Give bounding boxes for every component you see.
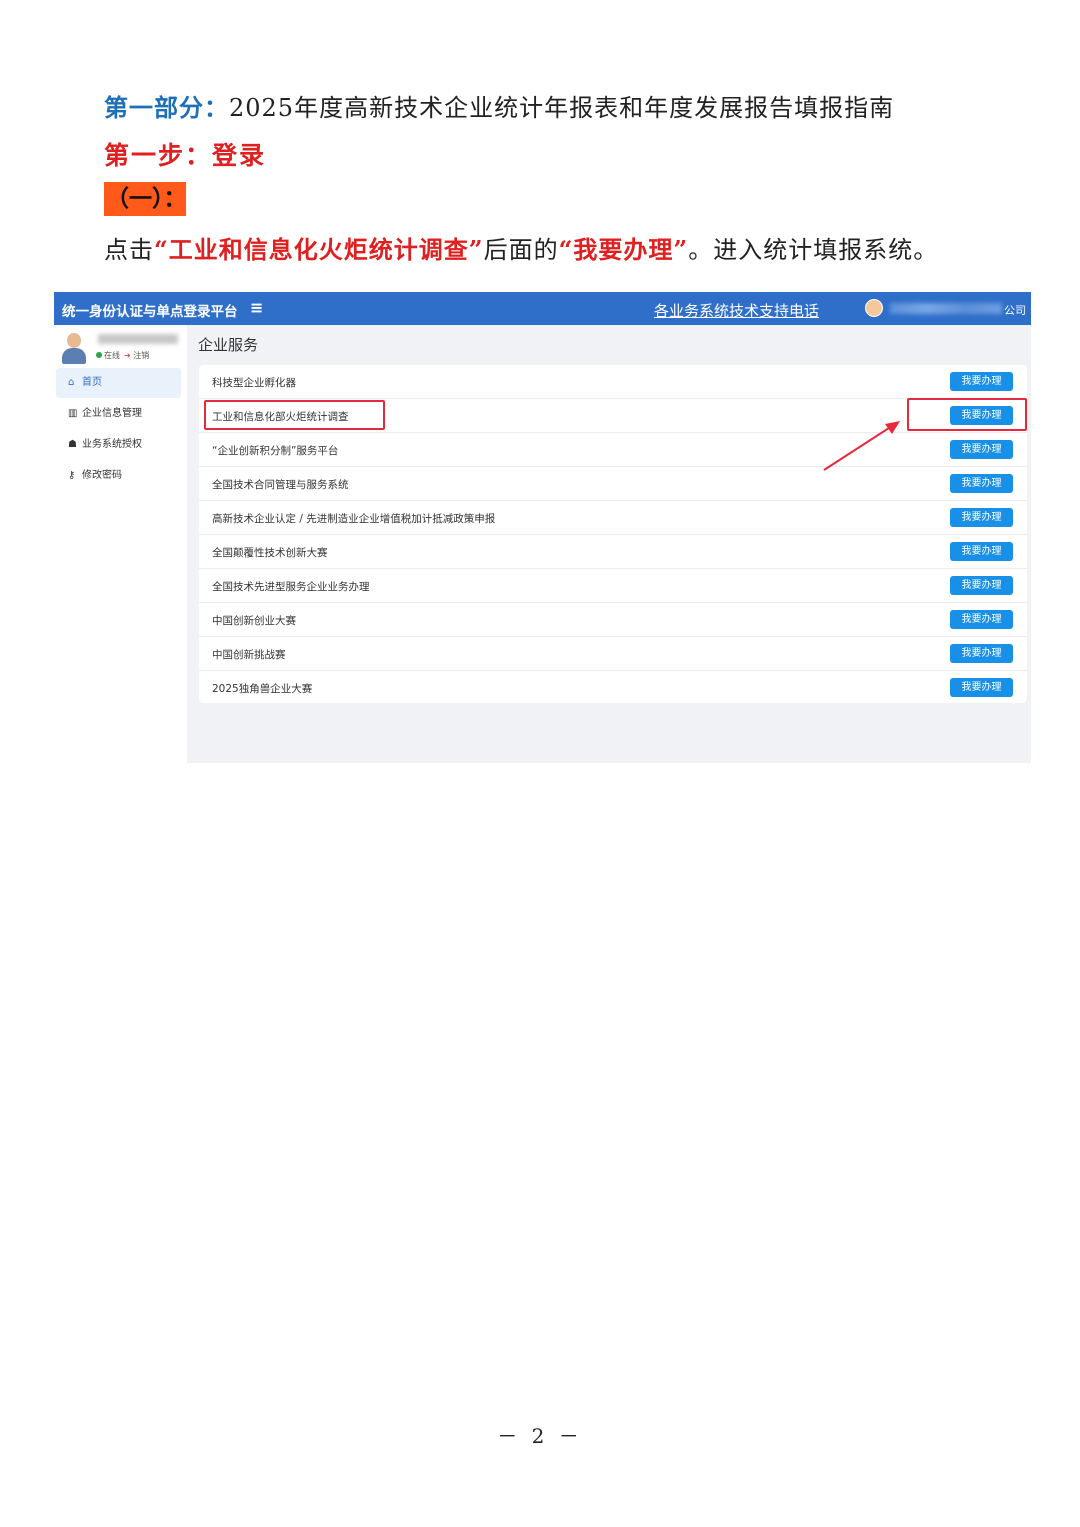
instruction-mid: 后面的 (483, 236, 559, 264)
part-label: 第一部分： (104, 93, 229, 122)
instruction-target: “工业和信息化火炬统计调查” (154, 235, 484, 264)
pointer-arrow-icon (823, 421, 900, 471)
instruction-post: 。进入统计填报系统。 (688, 236, 939, 264)
portal-screenshot: 统一身份认证与单点登录平台 ≡ 各业务系统技术支持电话 公司 在线 ➜ 注销 ⌂ 首… (54, 292, 1031, 763)
instruction-pre: 点击 (104, 236, 154, 264)
sub-heading: （一）： (104, 182, 187, 216)
instruction-text: 点击“工业和信息化火炬统计调查”后面的“我要办理”。进入统计填报系统。 (104, 230, 938, 265)
part-title: 2025年度高新技术企业统计年报表和年度发展报告填报指南 (229, 94, 895, 122)
instruction-button: “我要办理” (558, 235, 689, 264)
part-heading: 第一部分：2025年度高新技术企业统计年报表和年度发展报告填报指南 (104, 88, 894, 123)
step-heading: 第一步：登录 (104, 141, 267, 170)
page-number: － 2 － (497, 1424, 583, 1448)
